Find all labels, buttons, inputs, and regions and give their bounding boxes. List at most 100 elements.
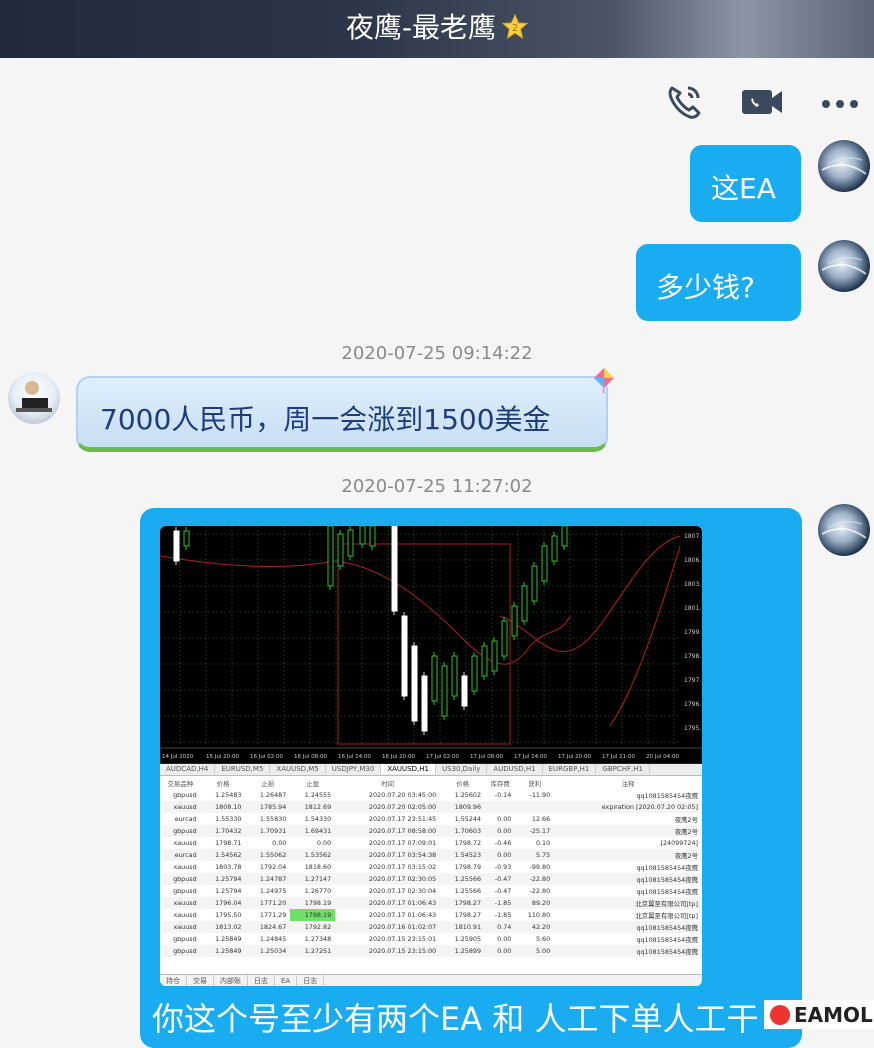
price-tick-label: 1807. [684, 533, 701, 540]
terminal-tab[interactable]: 日志 [297, 975, 325, 986]
table-row[interactable]: gbpusd 1.70432 1.70931 1.69431 2020.07.17 08… [160, 825, 702, 837]
table-cell: 1.24555 [304, 791, 332, 799]
table-row[interactable]: xauusd 1803.78 1792.04 1818.60 2020.07.17 03… [160, 861, 702, 873]
table-cell: -0.46 [494, 839, 512, 847]
table-cell: 1798.19 [290, 897, 336, 909]
table-cell: 5.00 [515, 945, 555, 957]
eamol-logo-icon [770, 1004, 790, 1025]
table-cell: 12.66 [531, 815, 551, 823]
column-header: 止损 [261, 780, 275, 788]
table-cell: 1.25602 [454, 791, 482, 799]
my-avatar[interactable] [818, 504, 870, 556]
terminal-tab[interactable]: 日志 [248, 975, 275, 986]
table-cell: 1.55830 [259, 815, 287, 823]
column-header: 价格 [456, 780, 470, 788]
table-cell: 2020.07.17 08:58:00 [335, 825, 441, 837]
candle-body [501, 620, 508, 657]
date-tick-label: 16 Jul 02:00 [250, 754, 283, 760]
table-cell: 1.54562 [200, 849, 246, 861]
table-row[interactable]: eurcad 1.55330 1.55830 1.54330 2020.07.17 23… [160, 813, 702, 825]
terminal-tab[interactable]: EA [275, 976, 298, 986]
table-row[interactable]: gbpusd 1.25849 1.25034 1.27251 2020.07.15 23… [160, 945, 702, 957]
terminal-tab[interactable]: 交易 [187, 975, 214, 986]
table-row[interactable]: xauusd 1813.02 1824.67 1792.82 2020.07.16 01… [160, 921, 702, 933]
table-cell: xauusd [173, 863, 197, 871]
table-cell: [24099724] [660, 839, 698, 847]
candlestick-chart: 1807. 1806. 1803. 1801. 1799. 1798. 1797. 1796.… [160, 526, 702, 765]
outgoing-message[interactable]: 多少钱? [636, 244, 801, 321]
table-cell: 1.69431 [290, 825, 336, 837]
table-cell: 北京翼至有限公司[tp] [554, 897, 702, 909]
table-row[interactable]: xauusd 1796.04 1771.20 1798.19 2020.07.17 01… [160, 897, 702, 909]
table-row[interactable]: gbpusd 1.25849 1.24845 1.27348 2020.07.15 23… [160, 933, 702, 945]
table-cell: expiration [2020.07.20 02:05] [554, 801, 702, 813]
candle-body [347, 529, 354, 557]
message-text: 7000人民币，周一会涨到1500美金 [100, 403, 551, 436]
symbol-tab[interactable]: EURUSD,M5 [215, 764, 271, 774]
column-header: 库存费 [490, 780, 510, 788]
more-icon[interactable] [820, 95, 860, 114]
table-cell: 夜鹰2号 [554, 849, 702, 861]
table-cell: 0.00 [272, 839, 287, 847]
candle-body [391, 526, 398, 612]
table-cell: 1812.69 [290, 801, 336, 813]
price-tick-label: 1796. [684, 701, 701, 708]
video-icon[interactable] [740, 86, 784, 122]
symbol-tab[interactable]: XAUUSD,H1 [381, 764, 436, 774]
table-cell: 1771.20 [245, 897, 291, 909]
table-cell: 0.10 [535, 839, 551, 847]
table-cell: -0.93 [494, 863, 512, 871]
table-row[interactable]: gbpusd 1.25794 1.24787 1.27147 2020.07.17 02… [160, 873, 702, 885]
table-cell: 1.27251 [290, 945, 336, 957]
symbol-tab[interactable]: XAUUSD,M5 [270, 764, 326, 774]
symbol-tab[interactable]: EURGBP,H1 [543, 764, 597, 774]
table-cell [485, 801, 516, 813]
table-cell: 2020.07.17 02:30:05 [335, 873, 441, 885]
table-cell: 89.20 [515, 897, 555, 909]
phone-icon[interactable] [664, 82, 704, 126]
table-cell: qq1081585454夜鹰 [636, 935, 698, 944]
table-cell: -0.47 [494, 887, 512, 895]
symbol-tab[interactable]: US30,Daily [436, 764, 488, 774]
terminal-tab[interactable]: 内部账 [214, 975, 248, 986]
table-cell: 0.00 [485, 825, 516, 837]
trading-screenshot[interactable]: 1807. 1806. 1803. 1801. 1799. 1798. 1797. 1796.… [160, 526, 702, 986]
my-avatar[interactable] [818, 140, 870, 192]
table-row[interactable]: gbpusd 1.25483 1.26487 1.24555 2020.07.20 03… [160, 789, 702, 801]
table-cell: qq1081585454夜鹰 [636, 887, 698, 896]
table-row[interactable]: eurcad 1.54562 1.55062 1.53562 2020.07.17 03… [160, 849, 702, 861]
symbol-tab[interactable]: AUDUSD,H1 [487, 764, 543, 774]
message-text: 多少钱? [656, 271, 755, 304]
table-cell: -99.80 [529, 863, 551, 871]
date-tick-label: 20 Jul 04:00 [646, 754, 679, 760]
table-cell: 1.54523 [440, 849, 486, 861]
table-cell: xauusd [160, 921, 201, 933]
table-row[interactable]: xauusd 1798.71 0.00 0.00 2020.07.17 07:09:01… [160, 837, 702, 849]
table-cell: -22.80 [515, 873, 555, 885]
table-row[interactable]: gbpusd 1.25794 1.24975 1.26770 2020.07.17 02… [160, 885, 702, 897]
incoming-message[interactable]: 7000人民币，周一会涨到1500美金 [76, 376, 608, 452]
table-cell: 2020.07.15 23:15:00 [335, 945, 441, 957]
table-cell: 1798.27 [440, 897, 486, 909]
symbol-tab[interactable]: GBPCHF,H1 [596, 764, 650, 774]
price-tick-label: 1797. [684, 677, 701, 684]
table-cell: qq1081585454夜鹰 [554, 873, 702, 885]
table-cell: 1803.78 [215, 863, 242, 871]
terminal-tab[interactable]: 持仓 [160, 975, 187, 986]
outgoing-message[interactable]: 这EA [690, 145, 801, 222]
table-row[interactable]: xauusd 1795.50 1771.29 1798.19 2020.07.17 01… [160, 909, 702, 921]
date-tick-label: 14 Jul 2020 [162, 754, 194, 760]
symbol-tab[interactable]: USDJPY,M30 [326, 764, 382, 774]
table-cell: 1.26487 [259, 791, 287, 799]
table-cell: xauusd [160, 801, 201, 813]
table-cell: -1.85 [494, 911, 512, 919]
table-cell: 1813.02 [200, 921, 246, 933]
table-cell: 2020.07.20 03:45:00 [368, 791, 437, 799]
table-row[interactable]: xauusd 1808.10 1785.94 1812.69 2020.07.20 02… [160, 801, 702, 813]
my-avatar[interactable] [818, 240, 870, 292]
symbol-tab[interactable]: AUDCAD,H4 [160, 764, 216, 774]
table-cell: 1809.96 [440, 801, 486, 813]
table-cell: 1.54330 [304, 815, 332, 823]
contact-avatar[interactable] [8, 372, 60, 424]
column-header: 获利 [528, 780, 542, 788]
